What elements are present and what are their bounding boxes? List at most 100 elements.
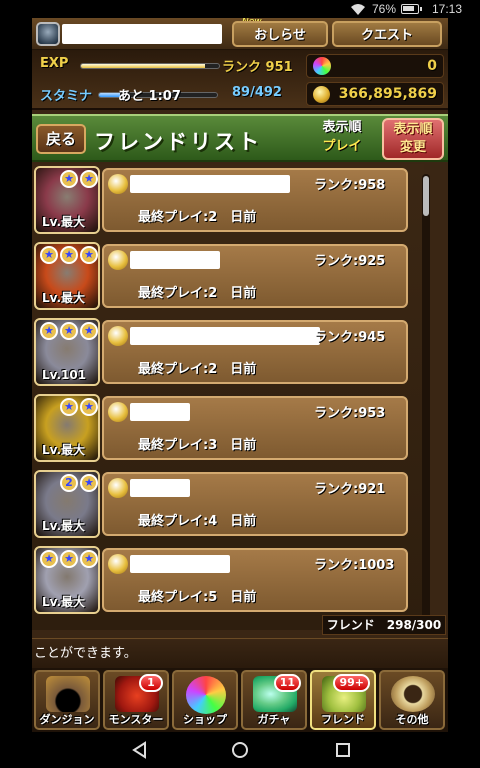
friend-leader-level: Lv.最大 <box>42 215 86 229</box>
dungeon-gate-icon <box>46 676 90 712</box>
friend-leader-portrait[interactable]: ★ ★ Lv.最大 <box>34 394 100 462</box>
nav-back-icon[interactable] <box>130 740 150 760</box>
friend-card[interactable]: ランク:925 最終プレイ:2 日前 <box>102 244 408 308</box>
medal-icon <box>108 554 128 574</box>
star-icon: ★ <box>40 550 58 568</box>
friend-row[interactable]: ★ ★ Lv.最大 ランク:953 最終プレイ:3 日前 <box>32 392 412 464</box>
star-icon: ★ <box>60 398 78 416</box>
friend-card[interactable]: ランク:958 最終プレイ:2 日前 <box>102 168 408 232</box>
header-top: New おしらせ クエスト <box>32 18 448 50</box>
android-nav-bar <box>0 732 480 768</box>
friend-leader-portrait[interactable]: ★ ★ ★ Lv.最大 <box>34 546 100 614</box>
ticker-message: ことができます。 <box>32 638 448 668</box>
friend-leader-portrait[interactable]: ★ ★ ★ Lv.最大 <box>34 242 100 310</box>
friend-rank: ランク:953 <box>314 406 386 421</box>
player-rank: ランク 951 <box>222 60 293 75</box>
friend-last-play: 最終プレイ:2 日前 <box>138 210 257 225</box>
friend-rank: ランク:958 <box>314 178 386 193</box>
tab-shop[interactable]: ショップ <box>172 670 238 730</box>
quest-button[interactable]: クエスト <box>332 21 442 47</box>
tab-gacha-label: ガチャ <box>257 713 291 726</box>
friend-row[interactable]: 2 ★ Lv.最大 ランク:921 最終プレイ:4 日前 <box>32 468 412 540</box>
nav-recents-icon[interactable] <box>333 740 353 760</box>
star-icon: ★ <box>80 170 98 188</box>
tab-shop-label: ショップ <box>183 713 227 726</box>
tab-other-label: その他 <box>395 713 429 726</box>
friend-card[interactable]: ランク:945 最終プレイ:2 日前 <box>102 320 408 384</box>
friend-rank: ランク:921 <box>314 482 386 497</box>
friend-name-redacted <box>130 403 190 421</box>
game-screen: New おしらせ クエスト EXP ランク 951 スタミナ あと 1:07 8… <box>32 18 448 732</box>
friend-card[interactable]: ランク:1003 最終プレイ:5 日前 <box>102 548 408 612</box>
news-button[interactable]: おしらせ <box>232 21 328 47</box>
friend-card[interactable]: ランク:953 最終プレイ:3 日前 <box>102 396 408 460</box>
friend-leader-portrait[interactable]: ★ ★ Lv.最大 <box>34 166 100 234</box>
star-icon: ★ <box>60 322 78 340</box>
tab-monster[interactable]: 1 モンスター <box>103 670 169 730</box>
status-bar: 76% 17:13 <box>0 0 480 18</box>
wifi-icon <box>351 4 365 15</box>
friend-name-redacted <box>130 327 320 345</box>
title-bar: 戻る フレンドリスト 表示順 プレイ 表示順 変更 <box>32 114 448 162</box>
star-icon: ★ <box>40 322 58 340</box>
friend-row[interactable]: ★ ★ ★ Lv.101 ランク:945 最終プレイ:2 日前 <box>32 316 412 388</box>
nav-home-icon[interactable] <box>230 740 250 760</box>
change-sort-button[interactable]: 表示順 変更 <box>382 118 444 160</box>
friend-rank: ランク:945 <box>314 330 386 345</box>
medal-icon <box>108 478 128 498</box>
change-sort-line2: 変更 <box>399 140 426 155</box>
tab-friend[interactable]: 99+ フレンド <box>310 670 376 730</box>
tab-monster-label: モンスター <box>108 713 164 726</box>
coin-icon <box>313 86 330 103</box>
friend-name-redacted <box>130 479 190 497</box>
exp-label: EXP <box>40 56 69 71</box>
medal-icon <box>108 250 128 270</box>
battery-percent: 76% <box>372 2 397 16</box>
friend-badge: 99+ <box>333 674 370 692</box>
coin-panel: 366,895,869 <box>306 82 444 106</box>
star-icon: ★ <box>80 246 98 264</box>
friend-leader-portrait[interactable]: 2 ★ Lv.最大 <box>34 470 100 538</box>
gacha-badge: 11 <box>273 674 301 692</box>
friend-leader-portrait[interactable]: ★ ★ ★ Lv.101 <box>34 318 100 386</box>
friend-row[interactable]: ★ ★ Lv.最大 ランク:958 最終プレイ:2 日前 <box>32 164 412 236</box>
stamina-timer: あと 1:07 <box>118 89 181 104</box>
player-avatar[interactable] <box>36 22 60 46</box>
friend-row[interactable]: ★ ★ ★ Lv.最大 ランク:1003 最終プレイ:5 日前 <box>32 544 412 616</box>
friend-name-redacted <box>130 175 290 193</box>
star-icon: ★ <box>80 550 98 568</box>
friend-list[interactable]: ★ ★ Lv.最大 ランク:958 最終プレイ:2 日前 ★ ★ ★ Lv.最大 <box>32 164 424 630</box>
player-name-redacted <box>62 24 222 44</box>
friend-row[interactable]: ★ ★ ★ Lv.最大 ランク:925 最終プレイ:2 日前 <box>32 240 412 312</box>
medal-icon <box>108 326 128 346</box>
magic-stone-count: 0 <box>427 58 437 74</box>
friend-last-play: 最終プレイ:3 日前 <box>138 438 257 453</box>
friend-rank: ランク:925 <box>314 254 386 269</box>
exp-bar-fill <box>81 64 206 68</box>
star-icon: ★ <box>60 246 78 264</box>
tab-gacha[interactable]: 11 ガチャ <box>241 670 307 730</box>
friend-last-play: 最終プレイ:2 日前 <box>138 362 257 377</box>
tab-dungeon[interactable]: ダンジョン <box>34 670 100 730</box>
friend-leader-level: Lv.101 <box>42 368 87 382</box>
friend-leader-level: Lv.最大 <box>42 595 86 609</box>
tab-other[interactable]: その他 <box>379 670 445 730</box>
awakening-badge: 2 <box>60 474 78 492</box>
star-icon: ★ <box>60 550 78 568</box>
coin-count: 366,895,869 <box>338 86 437 102</box>
scrollbar-thumb[interactable] <box>423 176 429 216</box>
friend-rank: ランク:1003 <box>314 558 395 573</box>
magic-stone-icon <box>313 57 331 75</box>
player-stats: EXP ランク 951 スタミナ あと 1:07 89/492 0 366,89… <box>32 50 448 110</box>
tab-friend-label: フレンド <box>321 713 365 726</box>
stamina-label: スタミナ <box>40 89 93 104</box>
tab-dungeon-label: ダンジョン <box>39 713 95 726</box>
page-title: フレンドリスト <box>94 130 262 154</box>
list-scrollbar[interactable] <box>422 174 430 624</box>
ring-icon <box>391 676 435 712</box>
star-icon: ★ <box>40 246 58 264</box>
magic-stone-shop-icon <box>186 676 226 714</box>
friend-card[interactable]: ランク:921 最終プレイ:4 日前 <box>102 472 408 536</box>
back-button[interactable]: 戻る <box>36 124 86 154</box>
stamina-value: 89/492 <box>232 85 282 100</box>
